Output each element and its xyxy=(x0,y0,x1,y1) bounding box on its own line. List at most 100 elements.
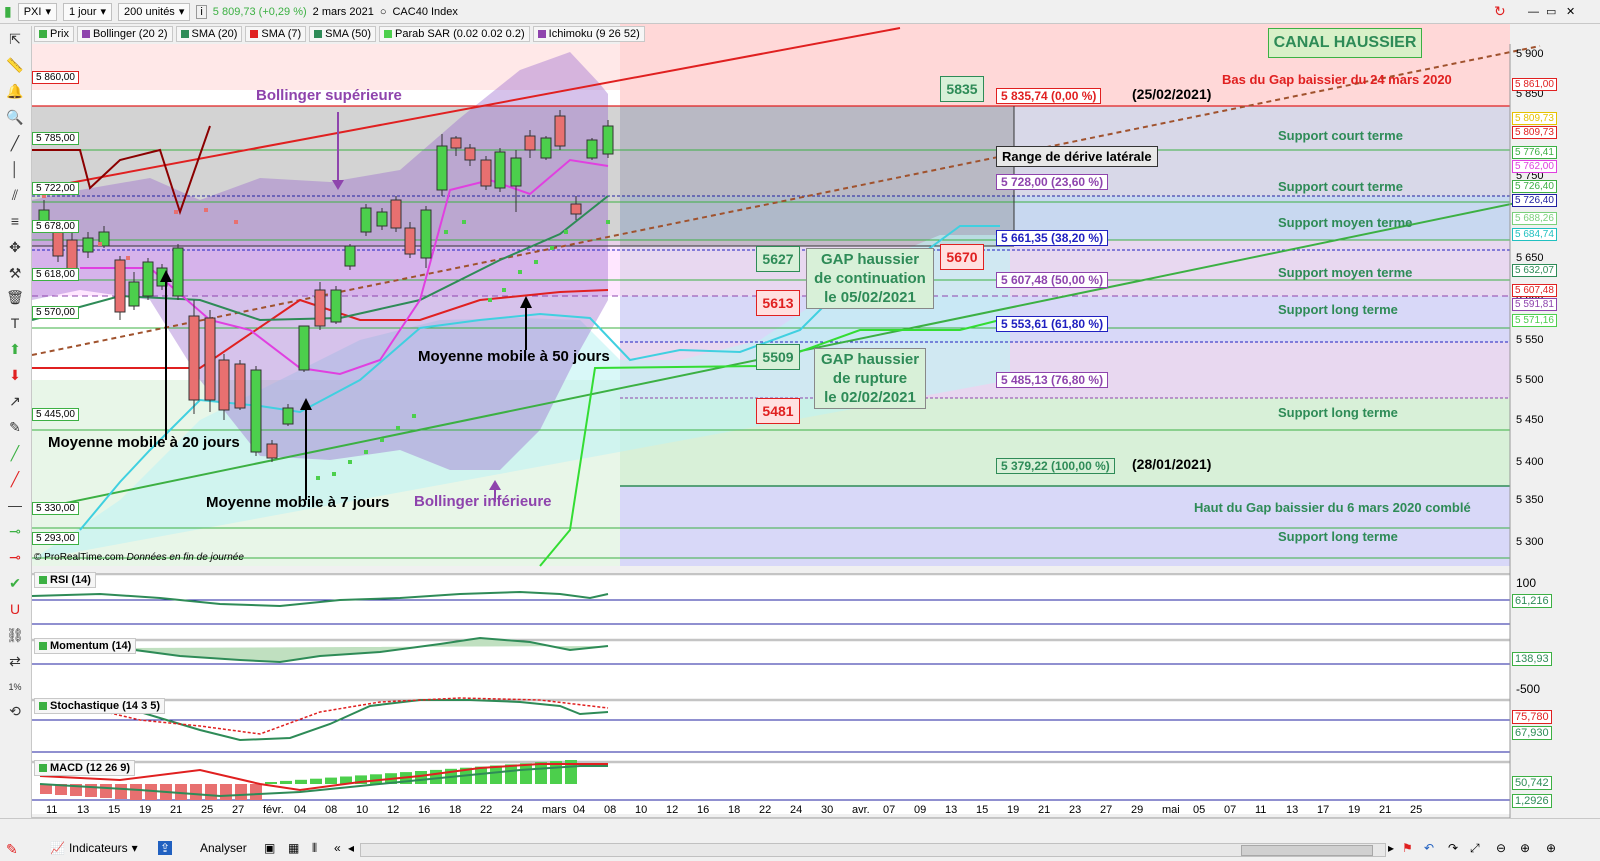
indicators-button[interactable]: 📈 Indicateurs ▾ xyxy=(50,841,138,855)
horizontal-green-icon[interactable]: ⊸ xyxy=(5,522,25,540)
rsi-title[interactable]: RSI (14) xyxy=(34,572,96,588)
text-icon[interactable]: T xyxy=(5,314,25,332)
chart-icon[interactable]: ▦ xyxy=(288,841,299,855)
momentum-title[interactable]: Momentum (14) xyxy=(34,638,137,654)
zoom-out-icon[interactable]: ⊖ xyxy=(1496,841,1506,855)
support-label: Support court terme xyxy=(1278,128,1403,143)
zoom-fit-icon[interactable]: ⤢ xyxy=(1470,841,1480,856)
zoom-icon[interactable]: 🔍 xyxy=(5,108,25,126)
chart-type-icon[interactable]: ▮ xyxy=(4,3,12,20)
check-icon[interactable]: ✔ xyxy=(5,574,25,592)
candle-body xyxy=(570,203,582,215)
instrument-selector[interactable]: PXI ▾ xyxy=(17,2,57,21)
legend-item[interactable]: SMA (20) xyxy=(175,26,243,42)
zoom-in-icon[interactable]: ⊕ xyxy=(1520,841,1530,855)
legend-item[interactable]: Ichimoku (9 26 52) xyxy=(532,26,645,42)
analyse-button[interactable]: Analyser xyxy=(200,841,247,855)
bollinger-sup-label: Bollinger supérieure xyxy=(256,87,402,104)
left-price-label: 5 330,00 xyxy=(32,502,79,515)
copyright-label: © ProRealTime.com Données en fin de jour… xyxy=(34,552,244,563)
percent-icon[interactable]: 1% xyxy=(5,678,25,696)
left-price-label: 5 785,00 xyxy=(32,132,79,145)
reset-icon[interactable]: ⟲ xyxy=(5,702,25,720)
sar-dot xyxy=(396,426,400,430)
scroll-next-icon[interactable]: ▸ xyxy=(1388,841,1394,855)
zoom-range-icon[interactable]: ⊕ xyxy=(1546,841,1556,855)
candle-body xyxy=(66,239,78,271)
magnet-icon[interactable]: U xyxy=(5,600,25,618)
x-axis-label: 21 xyxy=(1038,804,1051,816)
x-axis-label: 15 xyxy=(976,804,989,816)
level-box: 5481 xyxy=(756,398,800,424)
candle-body xyxy=(524,135,536,151)
date-bottom-label: (28/01/2021) xyxy=(1132,456,1212,472)
sar-dot xyxy=(316,476,320,480)
refresh-icon[interactable]: ↻ xyxy=(1494,3,1506,20)
vertical-line-icon[interactable]: │ xyxy=(5,160,25,178)
legend-item[interactable]: Prix xyxy=(34,26,74,42)
candle-body xyxy=(52,229,64,257)
scrollbar-thumb[interactable] xyxy=(1241,845,1373,856)
scroll-left-icon[interactable]: « xyxy=(334,841,341,855)
chevron-down-icon: ▾ xyxy=(178,6,185,18)
stoch-title[interactable]: Stochastique (14 3 5) xyxy=(34,698,166,714)
macd-value-2: 1,2926 xyxy=(1512,794,1552,808)
line-icon[interactable]: ╱ xyxy=(5,134,25,152)
link-icon[interactable]: ⛓ xyxy=(5,626,25,644)
flag-icon[interactable]: ⚑ xyxy=(1402,841,1413,855)
candle-body xyxy=(450,137,462,149)
cursor-icon[interactable]: ⇱ xyxy=(5,30,25,48)
share-icon[interactable]: ⇪ xyxy=(158,841,173,855)
sar-dot xyxy=(426,238,430,242)
screen-icon[interactable]: ▣ xyxy=(264,841,275,855)
legend-item[interactable]: Parab SAR (0.02 0.02 0.2) xyxy=(379,26,530,42)
axis-tick: 5 300 xyxy=(1516,536,1544,548)
macd-title[interactable]: MACD (12 26 9) xyxy=(34,760,136,776)
candle-body xyxy=(540,137,552,159)
arrow-down-icon[interactable]: ⬇ xyxy=(5,366,25,384)
trash-icon[interactable]: 🗑 xyxy=(5,288,25,306)
candle-icon[interactable]: ⫴ xyxy=(312,841,317,856)
pointer-icon[interactable]: ↗ xyxy=(5,392,25,410)
level-box: 5509 xyxy=(756,344,800,370)
period-selector[interactable]: 1 jour ▾ xyxy=(62,2,113,21)
horizontal-scrollbar[interactable] xyxy=(360,843,1386,857)
legend-item[interactable]: Bollinger (20 2) xyxy=(76,26,173,42)
ruler-icon[interactable]: 📏 xyxy=(5,56,25,74)
legend-swatch xyxy=(81,30,90,38)
pencil-icon[interactable]: ✎ xyxy=(5,418,25,436)
sar-dot xyxy=(518,270,522,274)
legend-item[interactable]: SMA (7) xyxy=(245,26,307,42)
green-line-icon[interactable]: ╱ xyxy=(5,444,25,462)
horizontal-line-icon[interactable]: — xyxy=(5,496,25,514)
scale-icon[interactable]: ⇄ xyxy=(5,652,25,670)
close-icon[interactable]: ✕ xyxy=(1566,5,1575,18)
redo-icon[interactable]: ↷ xyxy=(1448,841,1458,855)
price-tag: 5 809,73 xyxy=(1512,112,1557,125)
move-icon[interactable]: ✥ xyxy=(5,238,25,256)
legend-label: SMA (7) xyxy=(261,28,302,40)
channel-icon[interactable]: ⫽ xyxy=(5,186,25,204)
tools-icon[interactable]: ⚒ xyxy=(5,264,25,282)
radio-icon[interactable]: ○ xyxy=(380,6,387,18)
macd-bar xyxy=(190,784,202,800)
price-tag: 5 861,00 xyxy=(1512,78,1557,91)
arrow-up-icon[interactable]: ⬆ xyxy=(5,340,25,358)
x-axis-label: mai xyxy=(1162,804,1180,816)
x-axis-label: 17 xyxy=(1317,804,1330,816)
minimize-icon[interactable]: — xyxy=(1528,6,1539,18)
undo-icon[interactable]: ↶ xyxy=(1424,841,1434,855)
red-line-icon[interactable]: ╱ xyxy=(5,470,25,488)
scroll-prev-icon[interactable]: ◂ xyxy=(348,841,354,855)
macd-bar xyxy=(535,762,547,784)
horizontal-red-icon[interactable]: ⊸ xyxy=(5,548,25,566)
legend-item[interactable]: SMA (50) xyxy=(309,26,376,42)
bell-icon[interactable]: 🔔 xyxy=(5,82,25,100)
canal-haussier-label: CANAL HAUSSIER xyxy=(1268,28,1422,58)
logo-icon[interactable]: ✎ xyxy=(6,841,18,858)
maximize-icon[interactable]: ▭ xyxy=(1546,5,1556,18)
info-icon[interactable]: i xyxy=(196,4,207,19)
units-selector[interactable]: 200 unités ▾ xyxy=(118,2,191,21)
fibonacci-icon[interactable]: ≡ xyxy=(5,212,25,230)
candle-body xyxy=(188,315,200,401)
